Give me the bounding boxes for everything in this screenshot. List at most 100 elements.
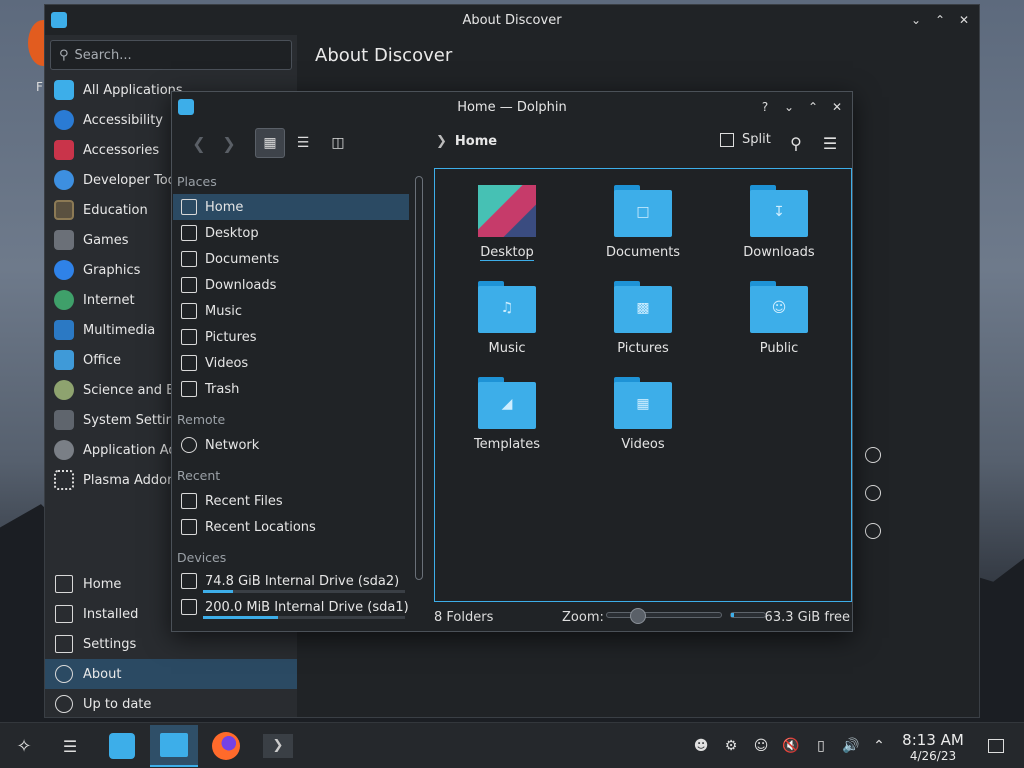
clock-time: 8:13 AM bbox=[902, 731, 964, 749]
file-item-videos[interactable]: ▦ Videos bbox=[579, 371, 707, 463]
place-network[interactable]: Network bbox=[173, 432, 409, 458]
usage-fill bbox=[203, 590, 234, 593]
globe-icon[interactable] bbox=[865, 523, 881, 539]
maximize-icon[interactable]: ⌃ bbox=[931, 11, 949, 29]
plasma-icon bbox=[54, 470, 74, 490]
place-recent-locations[interactable]: Recent Locations bbox=[173, 514, 409, 540]
place-pictures[interactable]: Pictures bbox=[173, 324, 409, 350]
installed-icon bbox=[55, 605, 73, 623]
task-terminal[interactable]: ❯ bbox=[254, 725, 302, 767]
minimize-icon[interactable]: ⌄ bbox=[907, 11, 925, 29]
nav-label: Installed bbox=[83, 606, 139, 622]
tray-expand-icon[interactable]: ⌃ bbox=[870, 737, 888, 755]
breadcrumb[interactable]: ❯ Home bbox=[436, 134, 497, 149]
pictures-folder-icon: ▩ bbox=[614, 281, 672, 333]
section-devices: Devices bbox=[177, 550, 227, 565]
volume-icon[interactable]: 🔊 bbox=[842, 737, 860, 755]
zoom-slider[interactable] bbox=[606, 612, 722, 618]
dolphin-folder-icon bbox=[160, 733, 188, 757]
place-downloads[interactable]: Downloads bbox=[173, 272, 409, 298]
nav-about[interactable]: About bbox=[45, 659, 297, 689]
places-scrollbar[interactable] bbox=[415, 176, 423, 580]
close-icon[interactable]: ✕ bbox=[828, 98, 846, 116]
discover-app-icon bbox=[51, 12, 67, 28]
category-label: System Setting bbox=[83, 412, 183, 428]
toolbox-icon bbox=[54, 140, 74, 160]
file-item-music[interactable]: ♫ Music bbox=[443, 275, 571, 367]
back-icon[interactable]: ❮ bbox=[188, 132, 210, 154]
place-label: Videos bbox=[205, 355, 249, 371]
network-icon[interactable]: ⚙ bbox=[722, 737, 740, 755]
task-firefox[interactable] bbox=[202, 725, 250, 767]
download-icon bbox=[181, 277, 197, 293]
zoom-slider-handle[interactable] bbox=[630, 608, 646, 624]
file-item-templates[interactable]: ◢ Templates bbox=[443, 371, 571, 463]
discover-icon bbox=[109, 733, 135, 759]
place-label: Trash bbox=[205, 381, 240, 397]
forward-icon[interactable]: ❯ bbox=[218, 132, 240, 154]
globe-icon[interactable] bbox=[865, 447, 881, 463]
free-space-fill bbox=[731, 613, 735, 617]
place-videos[interactable]: Videos bbox=[173, 350, 409, 376]
icons-view-button[interactable]: ▦ bbox=[255, 128, 285, 158]
place-recent-files[interactable]: Recent Files bbox=[173, 488, 409, 514]
file-view[interactable]: Desktop □ Documents ↧ Downloads ♫ Music ▩ Pi… bbox=[434, 168, 852, 602]
place-trash[interactable]: Trash bbox=[173, 376, 409, 402]
file-item-desktop[interactable]: Desktop bbox=[443, 179, 571, 271]
search-input[interactable]: ⚲ Search... bbox=[50, 40, 292, 70]
compact-view-button[interactable]: ☰ bbox=[288, 128, 318, 158]
user-icon[interactable]: ☻ bbox=[692, 737, 710, 755]
search-placeholder: Search... bbox=[74, 47, 132, 63]
show-desktop-icon[interactable] bbox=[988, 739, 1004, 753]
task-settings[interactable]: ☰ bbox=[46, 725, 94, 767]
globe-icon[interactable] bbox=[865, 485, 881, 501]
document-icon bbox=[181, 251, 197, 267]
search-icon[interactable]: ⚲ bbox=[785, 132, 807, 154]
place-documents[interactable]: Documents bbox=[173, 246, 409, 272]
file-item-downloads[interactable]: ↧ Downloads bbox=[715, 179, 843, 271]
details-view-button[interactable]: ◫ bbox=[323, 128, 353, 158]
category-label: Multimedia bbox=[83, 322, 156, 338]
help-icon[interactable]: ? bbox=[756, 98, 774, 116]
file-name: Pictures bbox=[617, 341, 669, 356]
accessibility-icon bbox=[54, 110, 74, 130]
file-item-public[interactable]: ☺ Public bbox=[715, 275, 843, 367]
category-label: Application Ad bbox=[83, 442, 177, 458]
task-dolphin[interactable] bbox=[150, 725, 198, 767]
file-name: Videos bbox=[621, 437, 665, 452]
audio-muted-icon[interactable]: 🔇 bbox=[782, 737, 800, 755]
dolphin-app-icon bbox=[178, 99, 194, 115]
place-label: Music bbox=[205, 303, 242, 319]
dolphin-window: Home — Dolphin ? ⌄ ⌃ ✕ ❮ ❯ ▦ ☰ ◫ ❯ Home S… bbox=[171, 91, 853, 632]
discover-titlebar[interactable]: About Discover ⌄ ⌃ ✕ bbox=[45, 5, 979, 35]
wrench-icon bbox=[54, 170, 74, 190]
usb-icon[interactable]: ▯ bbox=[812, 737, 830, 755]
update-icon bbox=[55, 695, 73, 713]
minimize-icon[interactable]: ⌄ bbox=[780, 98, 798, 116]
place-music[interactable]: Music bbox=[173, 298, 409, 324]
hamburger-menu-icon[interactable]: ☰ bbox=[819, 132, 841, 154]
close-icon[interactable]: ✕ bbox=[955, 11, 973, 29]
task-discover[interactable] bbox=[98, 725, 146, 767]
folder-count: 8 Folders bbox=[434, 610, 494, 625]
file-name: Public bbox=[759, 341, 799, 356]
maximize-icon[interactable]: ⌃ bbox=[804, 98, 822, 116]
zoom-label: Zoom: bbox=[562, 610, 604, 625]
nav-up-to-date[interactable]: Up to date bbox=[45, 689, 297, 717]
split-button[interactable]: Split bbox=[720, 132, 771, 147]
kdeconnect-icon[interactable]: ☺ bbox=[752, 737, 770, 755]
device-label: 200.0 MiB Internal Drive (sda1) bbox=[205, 599, 409, 615]
place-home[interactable]: Home bbox=[173, 194, 409, 220]
drive-icon bbox=[181, 573, 197, 589]
place-label: Documents bbox=[205, 251, 280, 267]
globe-icon bbox=[54, 290, 74, 310]
clock[interactable]: 8:13 AM 4/26/23 bbox=[898, 731, 968, 763]
category-label: Developer Too bbox=[83, 172, 176, 188]
file-item-pictures[interactable]: ▩ Pictures bbox=[579, 275, 707, 367]
application-launcher[interactable]: ✧ bbox=[0, 725, 48, 767]
file-item-documents[interactable]: □ Documents bbox=[579, 179, 707, 271]
place-desktop[interactable]: Desktop bbox=[173, 220, 409, 246]
nav-settings[interactable]: Settings bbox=[45, 629, 297, 659]
category-label: Education bbox=[83, 202, 148, 218]
dolphin-titlebar[interactable]: Home — Dolphin ? ⌄ ⌃ ✕ bbox=[172, 92, 852, 122]
